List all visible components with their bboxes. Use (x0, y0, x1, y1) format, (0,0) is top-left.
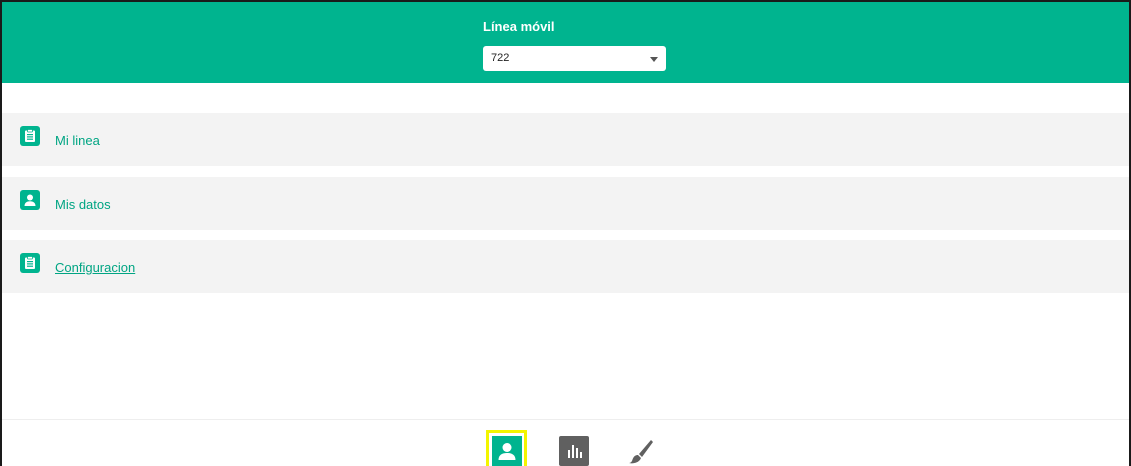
user-icon (20, 190, 40, 210)
header-bar: Línea móvil 722 (2, 2, 1129, 83)
app-frame: Línea móvil 722 Mi linea Mis datos Confi… (0, 0, 1131, 466)
bottom-nav-profile-button[interactable] (486, 430, 527, 466)
bar-chart-icon (558, 435, 589, 466)
bottom-nav-divider (2, 419, 1129, 420)
line-select-value: 722 (491, 52, 510, 64)
bottom-nav-stats-button[interactable] (553, 430, 594, 466)
menu-item-mi-linea[interactable]: Mi linea (2, 113, 1129, 166)
brush-icon (626, 436, 656, 466)
bottom-nav-theme-button[interactable] (620, 430, 661, 466)
menu-item-mis-datos[interactable]: Mis datos (2, 177, 1129, 230)
menu-item-label: Mis datos (55, 197, 111, 212)
menu-item-label: Configuracion (55, 260, 136, 275)
menu-item-label: Mi linea (55, 133, 100, 148)
line-select[interactable]: 722 (483, 46, 666, 71)
caret-down-icon (650, 57, 658, 62)
header-title: Línea móvil (483, 19, 555, 34)
menu-item-configuracion[interactable]: Configuracion (2, 240, 1129, 293)
user-icon (491, 435, 522, 466)
clipboard-icon (20, 253, 40, 273)
clipboard-icon (20, 126, 40, 146)
